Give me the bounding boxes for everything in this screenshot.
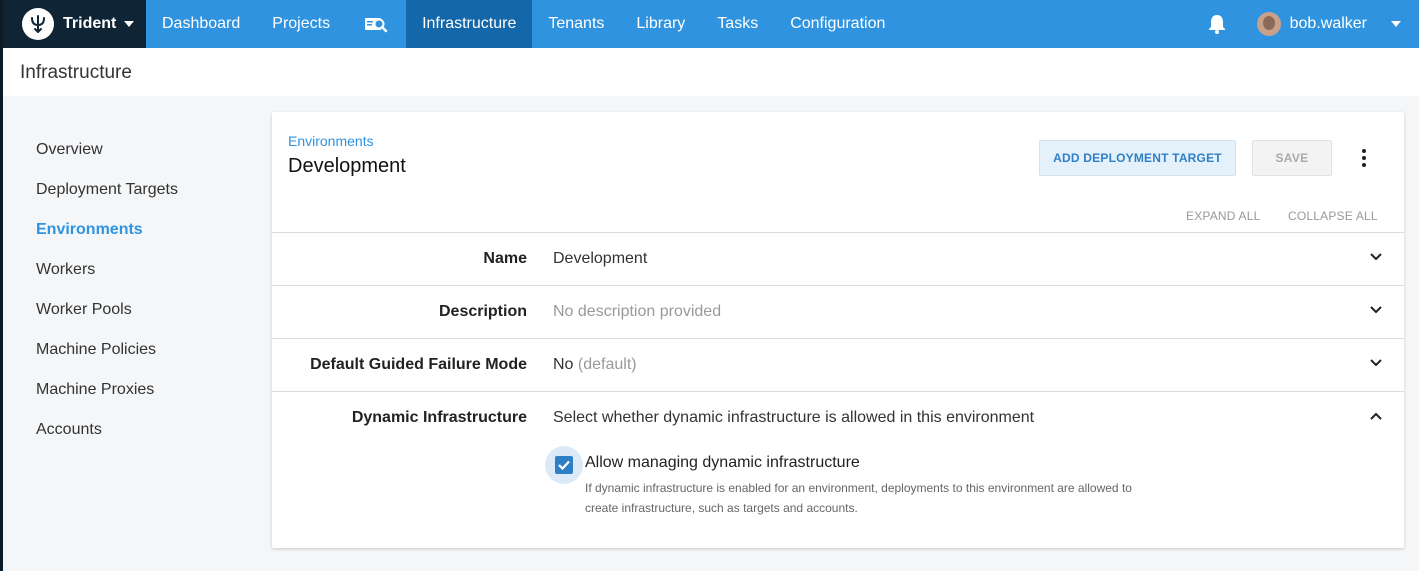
nav-configuration[interactable]: Configuration: [774, 0, 901, 48]
sidebar-item-environments[interactable]: Environments: [36, 210, 256, 250]
nav-infrastructure[interactable]: Infrastructure: [406, 0, 533, 48]
checkbox-checked: [555, 456, 573, 474]
username: bob.walker: [1289, 15, 1367, 32]
chevron-down-icon[interactable]: [1369, 356, 1383, 370]
breadcrumb[interactable]: Environments: [288, 133, 374, 149]
sidebar-item-machine-policies[interactable]: Machine Policies: [36, 330, 256, 370]
save-button[interactable]: SAVE: [1252, 140, 1332, 176]
sidebar-item-deployment-targets[interactable]: Deployment Targets: [36, 170, 256, 210]
nav-tasks[interactable]: Tasks: [701, 0, 774, 48]
sidebar-item-worker-pools[interactable]: Worker Pools: [36, 290, 256, 330]
notifications-button[interactable]: [1197, 0, 1237, 48]
name-label: Name: [483, 250, 527, 267]
dynamic-infrastructure-description: Select whether dynamic infrastructure is…: [553, 409, 1035, 426]
top-navigation-bar: Trident Dashboard Projects Infrastructur…: [0, 0, 1419, 48]
dynamic-infrastructure-row: Dynamic Infrastructure Select whether dy…: [272, 391, 1404, 548]
bell-icon: [1208, 15, 1225, 34]
nav-search[interactable]: [346, 0, 406, 48]
guided-failure-value-text: No: [553, 356, 574, 373]
checkbox-label[interactable]: Allow managing dynamic infrastructure: [585, 454, 860, 472]
nav-projects[interactable]: Projects: [256, 0, 346, 48]
guided-failure-value: No (default): [553, 356, 637, 374]
page-title: Infrastructure: [20, 62, 132, 83]
chevron-down-icon[interactable]: [1369, 250, 1383, 264]
dynamic-infrastructure-label: Dynamic Infrastructure: [351, 409, 527, 426]
search-icon: [365, 18, 388, 33]
name-row[interactable]: Name Development: [272, 232, 1404, 285]
default-hint: (default): [577, 356, 637, 373]
environment-title: Development: [288, 155, 406, 177]
user-menu[interactable]: bob.walker: [1256, 12, 1419, 36]
sidebar-item-accounts[interactable]: Accounts: [36, 410, 256, 450]
sidebar-item-overview[interactable]: Overview: [36, 130, 256, 170]
guided-failure-row[interactable]: Default Guided Failure Mode No (default): [272, 338, 1404, 391]
sidebar: Overview Deployment Targets Environments…: [36, 130, 256, 450]
sidebar-item-workers[interactable]: Workers: [36, 250, 256, 290]
left-edge-divider: [0, 96, 3, 571]
avatar: [1256, 12, 1281, 36]
collapse-all-button[interactable]: COLLAPSE ALL: [1288, 209, 1378, 223]
description-value: No description provided: [553, 303, 722, 320]
nav-dashboard[interactable]: Dashboard: [146, 0, 256, 48]
environment-card: Environments Development ADD DEPLOYMENT …: [272, 112, 1404, 548]
description-row[interactable]: Description No description provided: [272, 285, 1404, 338]
page-header: Infrastructure: [0, 48, 1419, 96]
nav-library[interactable]: Library: [620, 0, 701, 48]
checkbox-help-text: If dynamic infrastructure is enabled for…: [585, 481, 1132, 515]
space-switcher[interactable]: Trident: [0, 0, 146, 48]
expand-all-button[interactable]: EXPAND ALL: [1186, 209, 1260, 223]
chevron-down-icon[interactable]: [1369, 303, 1383, 317]
dynamic-infrastructure-checkbox[interactable]: [545, 446, 583, 484]
description-label: Description: [438, 303, 527, 320]
nav-right-group: bob.walker: [1197, 0, 1419, 48]
chevron-down-icon: [1391, 21, 1401, 27]
chevron-down-icon: [124, 21, 135, 27]
add-deployment-target-button[interactable]: ADD DEPLOYMENT TARGET: [1039, 140, 1236, 176]
guided-failure-label: Default Guided Failure Mode: [310, 356, 527, 373]
name-value: Development: [553, 250, 648, 267]
sidebar-item-machine-proxies[interactable]: Machine Proxies: [36, 370, 256, 410]
trident-logo-icon: [22, 8, 54, 40]
nav-tenants[interactable]: Tenants: [532, 0, 620, 48]
checkmark-icon: [558, 460, 570, 471]
chevron-up-icon[interactable]: [1369, 409, 1383, 423]
space-name: Trident: [63, 15, 117, 32]
more-options-icon[interactable]: [1352, 144, 1376, 172]
